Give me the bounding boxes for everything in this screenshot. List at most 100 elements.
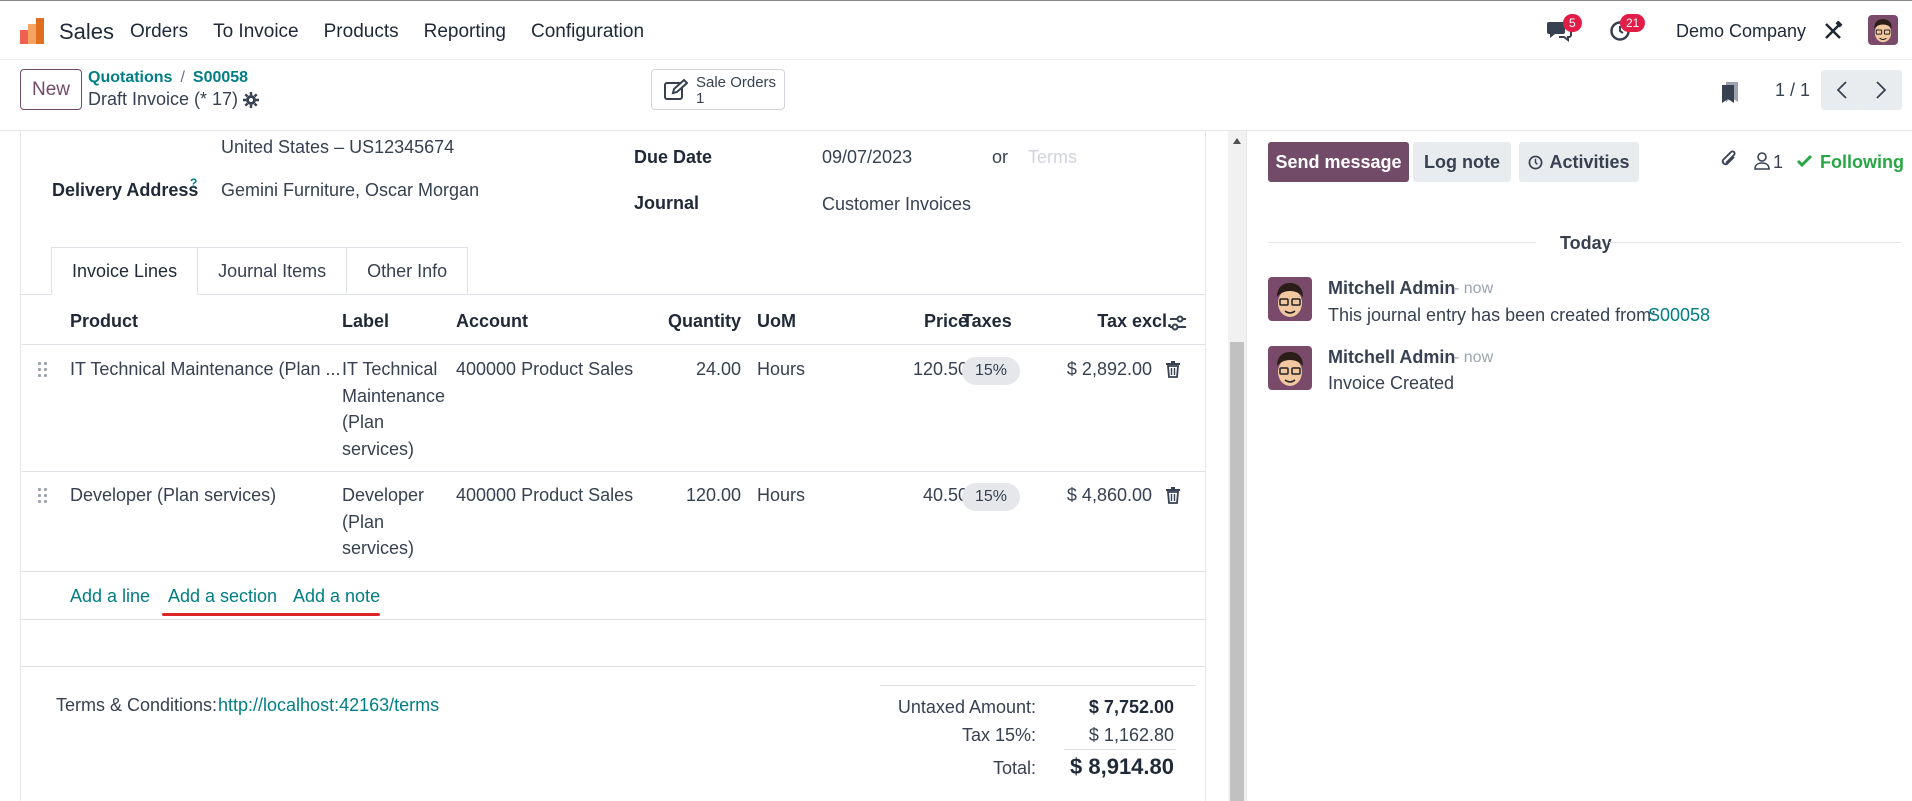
gear-icon[interactable]	[243, 92, 259, 108]
form-scrollbar[interactable]	[1228, 131, 1246, 801]
journal-field[interactable]: Customer Invoices	[822, 194, 971, 215]
or-label: or	[992, 147, 1009, 167]
check-icon	[1796, 154, 1813, 168]
column-product[interactable]: Product	[70, 311, 138, 332]
add-section-link[interactable]: Add a section	[168, 586, 277, 607]
line-product[interactable]: Developer (Plan services)	[70, 482, 276, 509]
menu-item-products[interactable]: Products	[324, 21, 399, 43]
top-navbar: Sales Orders To Invoice Products Reporti…	[0, 0, 1912, 60]
sale-orders-smart-button[interactable]: Sale Orders 1	[651, 69, 785, 110]
tab-other-info[interactable]: Other Info	[347, 247, 469, 295]
breadcrumb-order[interactable]: S00058	[193, 69, 248, 86]
total-label: Total:	[992, 758, 1036, 778]
line-price[interactable]: 120.50	[913, 356, 968, 383]
column-uom[interactable]: UoM	[757, 311, 796, 332]
payment-terms-field[interactable]: Terms	[1028, 147, 1077, 168]
company-switcher[interactable]: Demo Company	[1676, 21, 1806, 42]
app-name[interactable]: Sales	[59, 19, 114, 45]
line-uom[interactable]: Hours	[757, 356, 805, 383]
due-date-label: Due Date	[634, 147, 713, 167]
delivery-address-label: Delivery Address	[52, 180, 199, 200]
author-avatar[interactable]	[1268, 277, 1312, 321]
messages-badge: 5	[1563, 14, 1582, 32]
paperclip-icon[interactable]	[1719, 149, 1739, 171]
terms-link[interactable]: http://localhost:42163/terms	[218, 695, 439, 716]
tax-amount-value: $ 1,162.80	[1088, 725, 1174, 745]
pager-next-button[interactable]	[1860, 70, 1902, 110]
send-message-button[interactable]: Send message	[1268, 142, 1409, 182]
message-record-link[interactable]: S00058	[1648, 305, 1710, 326]
line-uom[interactable]: Hours	[757, 482, 805, 509]
tab-invoice-lines[interactable]: Invoice Lines	[51, 247, 199, 295]
edit-icon	[664, 79, 688, 100]
date-separator: Today	[1560, 233, 1612, 253]
add-line-link[interactable]: Add a line	[70, 586, 150, 607]
breadcrumb: Quotations / S00058	[88, 69, 248, 87]
scrollbar-thumb[interactable]	[1230, 342, 1244, 801]
line-label-text: Developer	[342, 485, 425, 505]
due-date-field[interactable]: 09/07/2023	[822, 147, 912, 168]
log-note-button[interactable]: Log note	[1413, 142, 1511, 182]
menu-item-orders[interactable]: Orders	[130, 21, 188, 43]
column-label[interactable]: Label	[342, 311, 389, 332]
date-separator-line	[1268, 242, 1536, 243]
chatter-panel	[1246, 131, 1912, 801]
trash-icon[interactable]	[1166, 361, 1180, 378]
row-divider	[21, 619, 1205, 620]
followers-count[interactable]: 1	[1773, 152, 1783, 173]
line-label-text: Maintenance	[342, 385, 446, 406]
optional-columns-icon[interactable]	[1169, 314, 1187, 332]
line-subtotal: $ 4,860.00	[1066, 485, 1152, 505]
date-separator-line	[1609, 242, 1901, 243]
new-button[interactable]: New	[20, 69, 82, 110]
sales-app-icon[interactable]	[18, 16, 48, 46]
following-button[interactable]: Following	[1820, 152, 1904, 173]
activities-button[interactable]: Activities	[1519, 142, 1639, 182]
notebook-tabs: Invoice Lines Journal Items Other Info	[51, 247, 469, 295]
activities-label: Activities	[1549, 151, 1630, 172]
line-account[interactable]: 400000 Product Sales	[456, 356, 633, 383]
row-divider	[21, 571, 1205, 572]
delivery-address-top[interactable]: United States – US12345674	[221, 137, 454, 158]
message-time: - now	[1454, 280, 1494, 297]
user-avatar[interactable]	[1868, 15, 1898, 45]
menu-item-configuration[interactable]: Configuration	[531, 21, 644, 43]
highlight-underline	[162, 613, 380, 616]
clock-icon	[1529, 155, 1543, 169]
tax-tag[interactable]: 15%	[962, 483, 1020, 511]
breadcrumb-quotations[interactable]: Quotations	[88, 69, 172, 86]
trash-icon[interactable]	[1166, 487, 1180, 504]
menu-item-reporting[interactable]: Reporting	[424, 21, 506, 43]
record-title: Draft Invoice (* 17)	[88, 89, 259, 110]
help-tooltip-icon[interactable]: ?	[190, 176, 197, 190]
message-author[interactable]: Mitchell Admin	[1328, 347, 1455, 368]
author-avatar[interactable]	[1268, 346, 1312, 390]
pager-value[interactable]: 1 / 1	[1775, 80, 1810, 101]
breadcrumb-separator: /	[180, 69, 185, 86]
delivery-address-value[interactable]: Gemini Furniture, Oscar Morgan	[221, 180, 479, 201]
message-author[interactable]: Mitchell Admin	[1328, 278, 1455, 299]
drag-handle-icon[interactable]	[38, 488, 50, 506]
column-taxes[interactable]: Taxes	[962, 311, 1012, 332]
column-account[interactable]: Account	[456, 311, 528, 332]
pager-previous-button[interactable]	[1821, 70, 1863, 110]
tools-icon[interactable]	[1823, 21, 1843, 41]
line-account[interactable]: 400000 Product Sales	[456, 482, 633, 509]
column-quantity[interactable]: Quantity	[668, 311, 741, 332]
menu-item-to-invoice[interactable]: To Invoice	[213, 21, 299, 43]
follower-icon[interactable]	[1754, 152, 1770, 170]
tab-journal-items[interactable]: Journal Items	[198, 247, 348, 295]
line-product[interactable]: IT Technical Maintenance (Plan ...	[70, 356, 340, 383]
line-quantity[interactable]: 120.00	[686, 482, 741, 509]
bookmark-icon[interactable]	[1720, 80, 1740, 104]
tax-tag[interactable]: 15%	[962, 357, 1020, 385]
add-note-link[interactable]: Add a note	[293, 586, 380, 607]
drag-handle-icon[interactable]	[38, 362, 50, 380]
message-body: Invoice Created	[1328, 373, 1455, 393]
line-label[interactable]: Developer (Plan services)	[342, 482, 424, 562]
line-label[interactable]: IT Technical Maintenance (Plan services)	[342, 356, 445, 462]
scroll-up-arrow-icon[interactable]	[1232, 137, 1242, 145]
column-tax-excl[interactable]: Tax excl.	[1097, 311, 1172, 332]
line-quantity[interactable]: 24.00	[696, 356, 741, 383]
smart-button-label: Sale Orders	[696, 74, 777, 91]
